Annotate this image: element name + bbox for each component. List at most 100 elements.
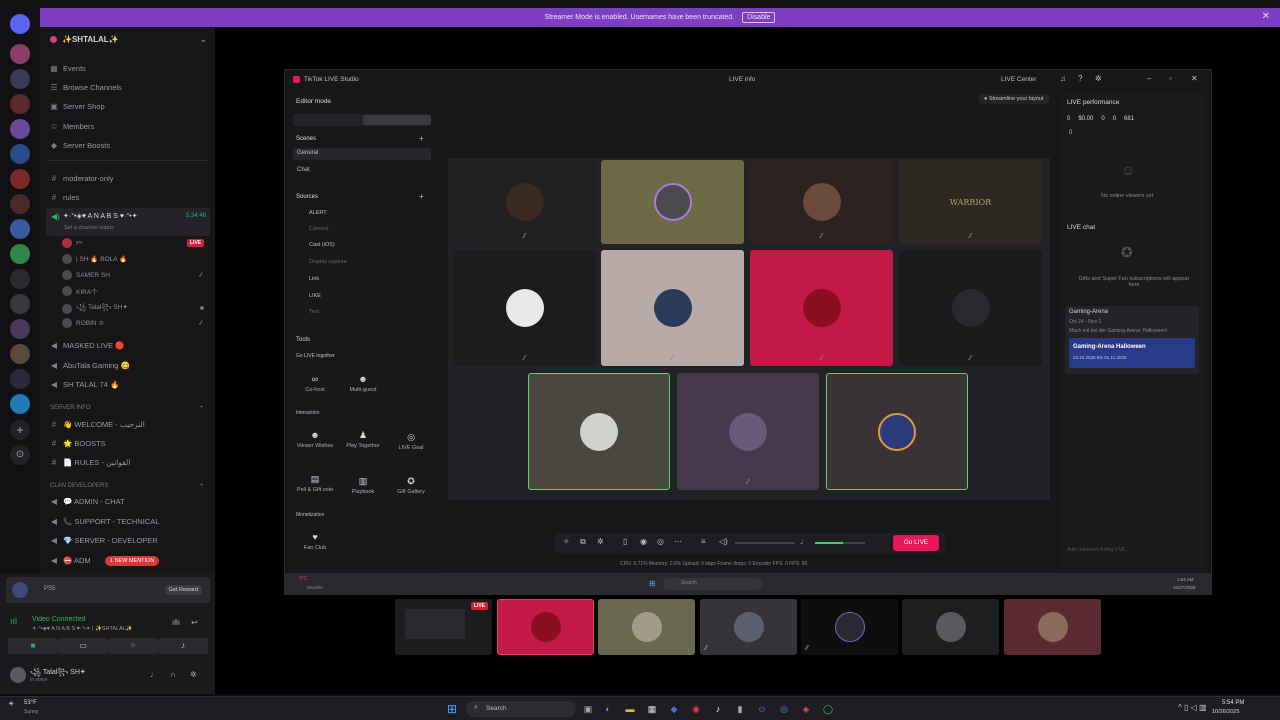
new-mention-badge[interactable]: 1 NEW MENTION — [105, 556, 160, 566]
scene-chat[interactable]: Chat — [297, 167, 310, 173]
go-live-button[interactable]: Go LIVE — [893, 535, 939, 551]
participant-thumbnail[interactable] — [598, 599, 695, 655]
guest-tile[interactable]: ⁄⁄ — [453, 250, 596, 366]
more-icon[interactable]: ⋯ — [674, 537, 682, 546]
server-icon[interactable] — [10, 194, 30, 214]
landscape-option[interactable] — [363, 115, 431, 125]
maximize-icon[interactable]: ▫ — [1169, 74, 1172, 83]
participant-thumbnail[interactable] — [497, 599, 594, 655]
source-item[interactable]: Display capture — [309, 259, 347, 265]
server-icon[interactable] — [10, 344, 30, 364]
effects-icon[interactable]: ✧ — [563, 537, 570, 546]
menu-server-boosts[interactable]: ◆ Server Boosts — [50, 141, 110, 150]
source-item[interactable]: Link — [309, 276, 319, 282]
guest-tile[interactable]: ⁄⁄ — [750, 250, 893, 366]
steam-icon[interactable]: ◎ — [776, 701, 792, 717]
camera-button[interactable]: ■ — [8, 638, 58, 654]
discord-icon[interactable]: ☺ — [754, 701, 770, 717]
voice-user[interactable]: ROBIN ♔ ⁄⁄ — [62, 318, 202, 328]
mic-icon[interactable]: ♩ — [150, 670, 158, 679]
server-icon[interactable] — [10, 44, 30, 64]
participant-thumbnail[interactable]: LIVE — [395, 599, 492, 655]
menu-events[interactable]: ▦ Events — [50, 64, 86, 73]
guest-tile[interactable]: ⁄⁄ — [750, 160, 893, 244]
voice-user[interactable]: SAMER SH ⁄⁄ — [62, 270, 202, 280]
server-icon[interactable] — [10, 269, 30, 289]
live-info-tab[interactable]: LIVE info — [729, 76, 755, 83]
participant-thumbnail[interactable] — [902, 599, 999, 655]
inner-search[interactable]: Search — [663, 578, 763, 590]
server-icon[interactable] — [10, 94, 30, 114]
voice-channel[interactable]: ◀ 📞 SUPPORT - TECHNICAL — [50, 517, 160, 526]
server-icon[interactable] — [10, 369, 30, 389]
add-server-icon[interactable]: + — [10, 420, 30, 440]
settings-icon[interactable]: ✲ — [597, 537, 604, 546]
channel-moderator-only[interactable]: # moderator-only — [50, 174, 114, 183]
help-icon[interactable]: ? — [1078, 74, 1082, 83]
multiguest-button[interactable]: ☻ Multi-guest — [341, 374, 385, 393]
app-icon[interactable]: ◆ — [666, 701, 682, 717]
guest-tile[interactable]: WARRIOR ⁄⁄ — [899, 160, 1042, 244]
voice-user[interactable]: KIRA个 — [62, 286, 98, 296]
voice-channel[interactable]: ◀ MASKED LIVE 🔴 — [50, 341, 125, 350]
source-item[interactable]: Cast (iOS) — [309, 242, 335, 248]
bell-icon[interactable]: ♫ — [1060, 74, 1066, 83]
play-together-button[interactable]: ♟ Play Together — [341, 430, 385, 449]
server-icon[interactable] — [10, 144, 30, 164]
server-icon[interactable] — [10, 294, 30, 314]
guest-tile[interactable] — [601, 160, 744, 244]
channel-welcome[interactable]: # 👋 WELCOME - الترحيب — [50, 420, 145, 429]
add-source-icon[interactable]: + — [419, 192, 424, 201]
activity-card[interactable]: PS5 Get Reward — [6, 577, 210, 603]
guest-tile[interactable] — [826, 373, 968, 490]
server-icon[interactable] — [10, 319, 30, 339]
voice-user[interactable]: ꧁ Talal꧂ SH✦ ■ — [62, 302, 204, 315]
source-item[interactable]: LIKE — [309, 293, 321, 299]
server-icon[interactable] — [10, 169, 30, 189]
layout-icon[interactable]: ⧉ — [580, 537, 586, 547]
volume-icon[interactable]: ◁) — [719, 537, 728, 546]
soundboard-button[interactable]: ♪ — [158, 638, 208, 654]
category-clan[interactable]: CLAN DEVELOPERS + — [50, 483, 204, 489]
menu-server-shop[interactable]: ▣ Server Shop — [50, 102, 104, 111]
server-icon[interactable] — [10, 69, 30, 89]
chat-input[interactable]: Add comment during LIVE — [1067, 547, 1125, 553]
phone-icon[interactable]: ▯ — [623, 537, 627, 546]
camera-icon[interactable]: ◎ — [657, 537, 664, 546]
server-header[interactable]: ✨SHTALAL✨ ⌄ — [50, 35, 207, 44]
channel-rules-ar[interactable]: # 📄 RULES - القوانين — [50, 458, 131, 467]
record-icon[interactable]: ◉ — [640, 537, 647, 546]
voice-channel[interactable]: ◀ SH TALAL 74 🔥 — [50, 380, 119, 389]
editor-mode-dropdown[interactable]: Editor mode — [296, 98, 331, 105]
folder-icon[interactable]: ▬ — [622, 701, 638, 717]
guest-tile[interactable]: ⁄⁄ — [677, 373, 819, 490]
live-goal-button[interactable]: ◎ LIVE Goal — [389, 432, 433, 451]
discover-icon[interactable]: ⊙ — [10, 445, 30, 465]
task-view-icon[interactable]: ▣ — [580, 701, 596, 717]
screenshare-button[interactable]: ▭ — [58, 638, 108, 654]
windows-start-icon[interactable]: ⊞ — [649, 579, 656, 588]
server-icon[interactable] — [10, 244, 30, 264]
windows-start-icon[interactable]: ⊞ — [444, 701, 460, 717]
server-icon[interactable] — [10, 119, 30, 139]
event-card[interactable]: Gaming-Arena Oct 24 - Nov 1 Mach mit bei… — [1065, 306, 1199, 374]
app-icon[interactable]: ▮ — [732, 701, 748, 717]
discord-home-icon[interactable] — [10, 14, 30, 34]
mixer-icon[interactable]: ≡ — [701, 537, 706, 546]
guest-tile[interactable]: ⁄⁄ — [601, 250, 744, 366]
active-voice-channel[interactable]: ◀) ✦·°•◈♥ A N A B S ♥·°•✦ 5:34:46 Set a … — [46, 208, 210, 236]
voice-channel[interactable]: ◀ 💎 SERVER - DEVELOPER — [50, 536, 158, 545]
disable-button[interactable]: Disable — [742, 12, 776, 23]
get-reward-button[interactable]: Get Reward — [164, 585, 202, 595]
volume-slider[interactable] — [735, 542, 795, 544]
source-item[interactable]: ALERT — [309, 210, 327, 216]
source-item[interactable]: Camera — [309, 226, 329, 232]
guest-tile[interactable]: ⁄⁄ — [453, 160, 596, 244]
event-banner[interactable]: Gaming-Arena Halloween 24.10.2025 Bis 01… — [1069, 338, 1195, 368]
gift-gallery-button[interactable]: ✪ Gift Gallery — [389, 476, 433, 495]
avatar[interactable] — [10, 667, 26, 683]
mic-slider[interactable] — [815, 542, 865, 544]
noise-icon[interactable]: ıllı — [172, 618, 180, 627]
gear-icon[interactable]: ✲ — [190, 670, 197, 679]
fan-club-button[interactable]: ♥ Fan Club — [293, 532, 337, 551]
